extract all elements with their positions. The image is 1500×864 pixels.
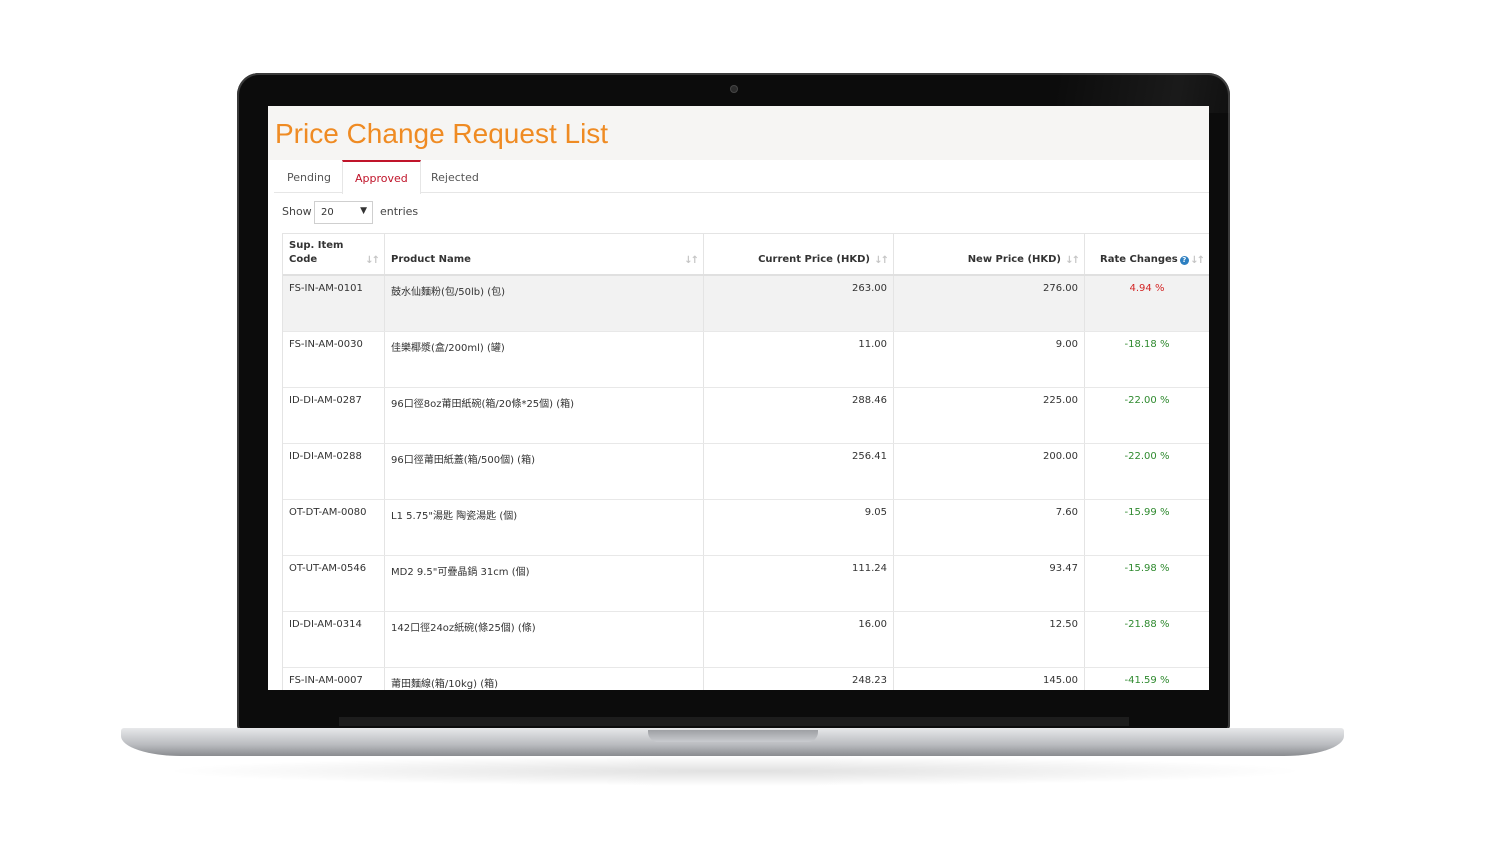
page-header: Price Change Request List <box>268 106 1209 160</box>
cell-rate-change: -15.98 % <box>1085 556 1209 611</box>
cell-code: ID-DI-AM-0287 <box>283 388 385 443</box>
cell-current-price: 111.24 <box>704 556 894 611</box>
cell-rate-change: -18.18 % <box>1085 332 1209 387</box>
header-name[interactable]: Product Name ↓↑ <box>385 234 704 274</box>
cell-name: 鼓水仙麵粉(包/50lb) (包) <box>385 276 704 331</box>
sort-icon: ↓↑ <box>684 255 699 266</box>
cell-new-price: 145.00 <box>894 668 1085 690</box>
cell-new-price: 200.00 <box>894 444 1085 499</box>
cell-name: 96口徑莆田紙蓋(箱/500個) (箱) <box>385 444 704 499</box>
cell-current-price: 11.00 <box>704 332 894 387</box>
tab-rejected[interactable]: Rejected <box>431 160 479 193</box>
cell-new-price: 276.00 <box>894 276 1085 331</box>
header-current-label: Current Price (HKD) <box>758 254 870 265</box>
cell-rate-change: -22.00 % <box>1085 444 1209 499</box>
header-rate-changes[interactable]: Rate Changes? ↓↑ <box>1085 234 1209 274</box>
entries-label: entries <box>380 205 419 218</box>
table-row[interactable]: OT-DT-AM-0080 L1 5.75"湯匙 陶瓷湯匙 (個) 9.05 7… <box>283 500 1209 556</box>
header-rate-label: Rate Changes <box>1100 254 1178 265</box>
laptop-notch <box>648 730 818 742</box>
cell-code: FS-IN-AM-0007 <box>283 668 385 690</box>
cell-current-price: 263.00 <box>704 276 894 331</box>
page-title: Price Change Request List <box>275 118 609 149</box>
status-tabs: Pending Approved Rejected <box>274 160 1209 194</box>
cell-new-price: 9.00 <box>894 332 1085 387</box>
table-row[interactable]: FS-IN-AM-0101 鼓水仙麵粉(包/50lb) (包) 263.00 2… <box>283 276 1209 332</box>
cell-name: L1 5.75"湯匙 陶瓷湯匙 (個) <box>385 500 704 555</box>
entries-select-value: 20 <box>321 207 334 218</box>
bezel-bottom <box>339 717 1129 726</box>
cell-name: 佳樂椰漿(盒/200ml) (罐) <box>385 332 704 387</box>
cell-code: ID-DI-AM-0288 <box>283 444 385 499</box>
help-icon[interactable]: ? <box>1179 256 1189 265</box>
tab-approved[interactable]: Approved <box>342 160 421 194</box>
header-current-price[interactable]: Current Price (HKD) ↓↑ <box>704 234 894 274</box>
cell-current-price: 288.46 <box>704 388 894 443</box>
sort-icon: ↓↑ <box>365 255 380 266</box>
table-row[interactable]: ID-DI-AM-0287 96口徑8oz莆田紙碗(箱/20條*25個) (箱)… <box>283 388 1209 444</box>
cell-rate-change: -15.99 % <box>1085 500 1209 555</box>
cell-rate-change: -21.88 % <box>1085 612 1209 667</box>
cell-code: FS-IN-AM-0101 <box>283 276 385 331</box>
camera-icon <box>730 85 738 93</box>
cell-rate-change: 4.94 % <box>1085 276 1209 331</box>
sort-icon: ↓↑ <box>874 255 889 266</box>
entries-select[interactable]: 20 ▼ <box>314 201 373 224</box>
cell-rate-change: -22.00 % <box>1085 388 1209 443</box>
table-row[interactable]: FS-IN-AM-0007 莆田麵線(箱/10kg) (箱) 248.23 14… <box>283 668 1209 690</box>
cell-new-price: 93.47 <box>894 556 1085 611</box>
price-change-table: Sup. Item Code ↓↑ Product Name ↓↑ Curren… <box>282 233 1209 690</box>
cell-code: OT-UT-AM-0546 <box>283 556 385 611</box>
header-rate-wrap: Rate Changes? <box>1100 253 1189 267</box>
cell-new-price: 7.60 <box>894 500 1085 555</box>
app-screen: Price Change Request List Pending Approv… <box>268 106 1209 690</box>
header-new-label: New Price (HKD) <box>967 254 1061 265</box>
laptop-shadow <box>160 756 1310 786</box>
cell-current-price: 16.00 <box>704 612 894 667</box>
cell-name: 142口徑24oz紙碗(條25個) (條) <box>385 612 704 667</box>
cell-current-price: 9.05 <box>704 500 894 555</box>
cell-name: 莆田麵線(箱/10kg) (箱) <box>385 668 704 690</box>
sort-icon: ↓↑ <box>1190 255 1205 266</box>
table-row[interactable]: ID-DI-AM-0314 142口徑24oz紙碗(條25個) (條) 16.0… <box>283 612 1209 668</box>
cell-current-price: 256.41 <box>704 444 894 499</box>
sort-icon: ↓↑ <box>1065 255 1080 266</box>
cell-name: 96口徑8oz莆田紙碗(箱/20條*25個) (箱) <box>385 388 704 443</box>
cell-new-price: 12.50 <box>894 612 1085 667</box>
header-name-label: Product Name <box>391 254 471 265</box>
cell-rate-change: -41.59 % <box>1085 668 1209 690</box>
table-row[interactable]: FS-IN-AM-0030 佳樂椰漿(盒/200ml) (罐) 11.00 9.… <box>283 332 1209 388</box>
header-new-price[interactable]: New Price (HKD) ↓↑ <box>894 234 1085 274</box>
table-row[interactable]: OT-UT-AM-0546 MD2 9.5"可疊晶鍋 31cm (個) 111.… <box>283 556 1209 612</box>
header-code[interactable]: Sup. Item Code ↓↑ <box>283 234 385 274</box>
caret-down-icon: ▼ <box>360 206 367 216</box>
cell-new-price: 225.00 <box>894 388 1085 443</box>
cell-code: FS-IN-AM-0030 <box>283 332 385 387</box>
table-header-row: Sup. Item Code ↓↑ Product Name ↓↑ Curren… <box>283 234 1209 276</box>
table-row[interactable]: ID-DI-AM-0288 96口徑莆田紙蓋(箱/500個) (箱) 256.4… <box>283 444 1209 500</box>
cell-code: OT-DT-AM-0080 <box>283 500 385 555</box>
cell-code: ID-DI-AM-0314 <box>283 612 385 667</box>
header-code-label: Sup. Item Code <box>289 240 344 265</box>
tab-pending[interactable]: Pending <box>287 160 331 193</box>
cell-name: MD2 9.5"可疊晶鍋 31cm (個) <box>385 556 704 611</box>
show-label: Show <box>282 205 312 218</box>
cell-current-price: 248.23 <box>704 668 894 690</box>
